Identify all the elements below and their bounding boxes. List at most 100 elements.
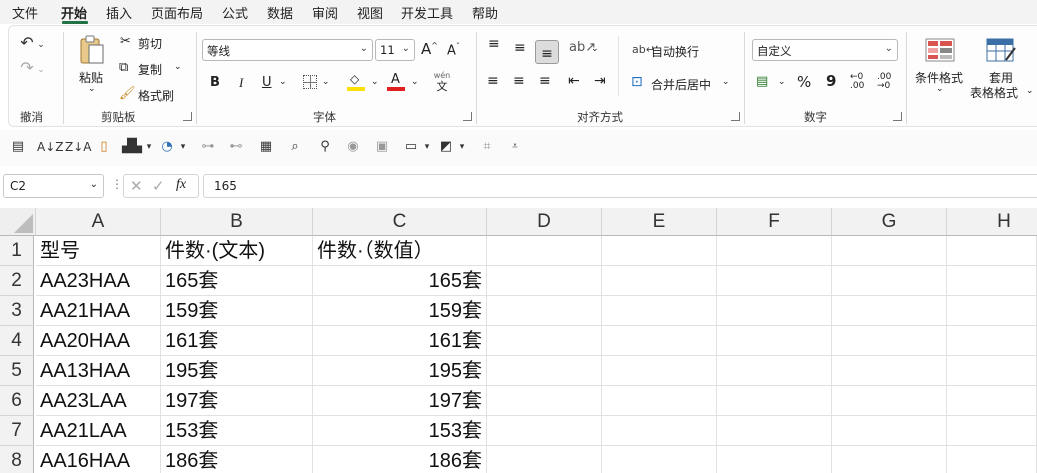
tab-review[interactable]: 审阅 (312, 3, 338, 22)
paste-icon[interactable] (78, 34, 106, 66)
font-size-select[interactable]: 11 ⌄ (375, 39, 415, 61)
format-painter-button[interactable]: 格式刷 (138, 87, 174, 104)
tab-page-layout[interactable]: 页面布局 (151, 3, 203, 22)
form-icon[interactable]: ▤ (10, 139, 26, 155)
cell-c8[interactable]: 186套 (313, 446, 487, 473)
grow-font-icon[interactable]: A^ (421, 40, 438, 58)
tab-help[interactable]: 帮助 (472, 3, 498, 22)
cell-e3[interactable] (602, 296, 717, 326)
cell-d1[interactable] (487, 236, 602, 266)
column-header-f[interactable]: F (717, 208, 832, 236)
cut-icon[interactable]: ✂ (120, 34, 131, 49)
enter-icon[interactable]: ✓ (152, 177, 165, 195)
tab-file[interactable]: 文件 (12, 3, 38, 22)
window-dropdown-icon[interactable]: ▾ (422, 139, 432, 155)
font-color-icon[interactable]: A (387, 72, 405, 92)
underline-button[interactable]: U (262, 75, 272, 90)
merge-center-icon[interactable]: ⊡ (631, 74, 643, 90)
cell-f5[interactable] (717, 356, 832, 386)
cell-d6[interactable] (487, 386, 602, 416)
user-search-icon[interactable]: ⚲ (316, 139, 334, 155)
align-middle-icon[interactable]: ≡ (514, 41, 526, 55)
tab-data[interactable]: 数据 (267, 3, 293, 22)
cell-h4[interactable] (947, 326, 1037, 356)
cell-g2[interactable] (832, 266, 947, 296)
cell-d7[interactable] (487, 416, 602, 446)
column-header-e[interactable]: E (602, 208, 717, 236)
cell-b3[interactable]: 159套 (161, 296, 313, 326)
column-header-g[interactable]: G (832, 208, 947, 236)
cell-e2[interactable] (602, 266, 717, 296)
cell-d5[interactable] (487, 356, 602, 386)
chart-dropdown-icon[interactable]: ▾ (144, 139, 154, 155)
number-format-select[interactable]: 自定义 ⌄ (752, 39, 898, 61)
cell-h7[interactable] (947, 416, 1037, 446)
cell-f6[interactable] (717, 386, 832, 416)
borders-icon[interactable] (303, 75, 317, 89)
clipboard-launcher-icon[interactable] (183, 112, 192, 121)
cell-e7[interactable] (602, 416, 717, 446)
cell-b5[interactable]: 195套 (161, 356, 313, 386)
column-header-b[interactable]: B (161, 208, 313, 236)
cell-e4[interactable] (602, 326, 717, 356)
table-icon[interactable]: ▦ (257, 139, 275, 155)
record-icon[interactable]: ◉ (344, 139, 362, 155)
redo-dropdown-icon[interactable]: ⌄ (36, 62, 46, 78)
conditional-format-icon[interactable] (925, 38, 955, 62)
copy-icon[interactable]: ⧉ (119, 60, 128, 75)
cell-b7[interactable]: 153套 (161, 416, 313, 446)
format-painter-icon[interactable]: 🖌 (119, 86, 136, 101)
cell-a2[interactable]: AA23HAA (36, 266, 161, 296)
alignment-launcher-icon[interactable] (731, 112, 740, 121)
number-launcher-icon[interactable] (893, 112, 902, 121)
font-name-select[interactable]: 等线 ⌄ (202, 39, 373, 61)
cell-e8[interactable] (602, 446, 717, 473)
column-header-d[interactable]: D (487, 208, 602, 236)
cell-g7[interactable] (832, 416, 947, 446)
cell-b8[interactable]: 186套 (161, 446, 313, 473)
find-icon[interactable]: ⌕ (286, 139, 304, 155)
cell-b6[interactable]: 197套 (161, 386, 313, 416)
redo-icon[interactable]: ↷ (17, 60, 37, 76)
accounting-format-icon[interactable]: ▤ (756, 74, 768, 89)
row-header[interactable]: 4 (0, 326, 34, 356)
font-color-dropdown-icon[interactable]: ⌄ (411, 77, 419, 87)
cell-a1[interactable]: 型号 (36, 236, 161, 266)
cell-h1[interactable] (947, 236, 1037, 266)
cell-g6[interactable] (832, 386, 947, 416)
paste-dropdown-icon[interactable]: ⌄ (88, 84, 96, 94)
orientation-dropdown-icon[interactable]: ⌄ (591, 44, 599, 54)
increase-indent-icon[interactable]: ⇥ (594, 73, 606, 89)
pie-dropdown-icon[interactable]: ▾ (178, 139, 188, 155)
formula-input[interactable]: 165 (203, 174, 1037, 198)
cell-b4[interactable]: 161套 (161, 326, 313, 356)
tab-insert[interactable]: 插入 (106, 3, 132, 22)
cell-g1[interactable] (832, 236, 947, 266)
decrease-decimal-icon[interactable]: .00 →0 (877, 73, 891, 91)
cell-a3[interactable]: AA21HAA (36, 296, 161, 326)
column-header-h[interactable]: H (947, 208, 1037, 236)
align-bottom-icon[interactable]: ≡ (535, 40, 559, 64)
row-header[interactable]: 6 (0, 386, 34, 416)
underline-dropdown-icon[interactable]: ⌄ (279, 77, 287, 87)
cell-e6[interactable] (602, 386, 717, 416)
align-center-icon[interactable]: ≡ (513, 73, 525, 89)
cell-h3[interactable] (947, 296, 1037, 326)
cell-f1[interactable] (717, 236, 832, 266)
shrink-font-icon[interactable]: Aˇ (447, 42, 460, 58)
cell-f4[interactable] (717, 326, 832, 356)
cell-h5[interactable] (947, 356, 1037, 386)
cell-b2[interactable]: 165套 (161, 266, 313, 296)
window-icon[interactable]: ▭ (402, 139, 420, 155)
format-as-table-dropdown-icon[interactable]: ⌄ (1026, 86, 1034, 96)
align-top-icon[interactable]: ≡ (488, 37, 500, 51)
cell-c2[interactable]: 165套 (313, 266, 487, 296)
cancel-icon[interactable]: ✕ (130, 177, 143, 195)
crop-icon[interactable]: ⌗ (478, 139, 496, 155)
pie-chart-icon[interactable]: ◔ (157, 139, 177, 155)
accounting-dropdown-icon[interactable]: ⌄ (778, 77, 786, 87)
cut-button[interactable]: 剪切 (138, 35, 162, 52)
undo-icon[interactable]: ↶ (17, 35, 37, 51)
customize-qat-icon[interactable]: ⩡ (508, 139, 522, 155)
cell-e5[interactable] (602, 356, 717, 386)
